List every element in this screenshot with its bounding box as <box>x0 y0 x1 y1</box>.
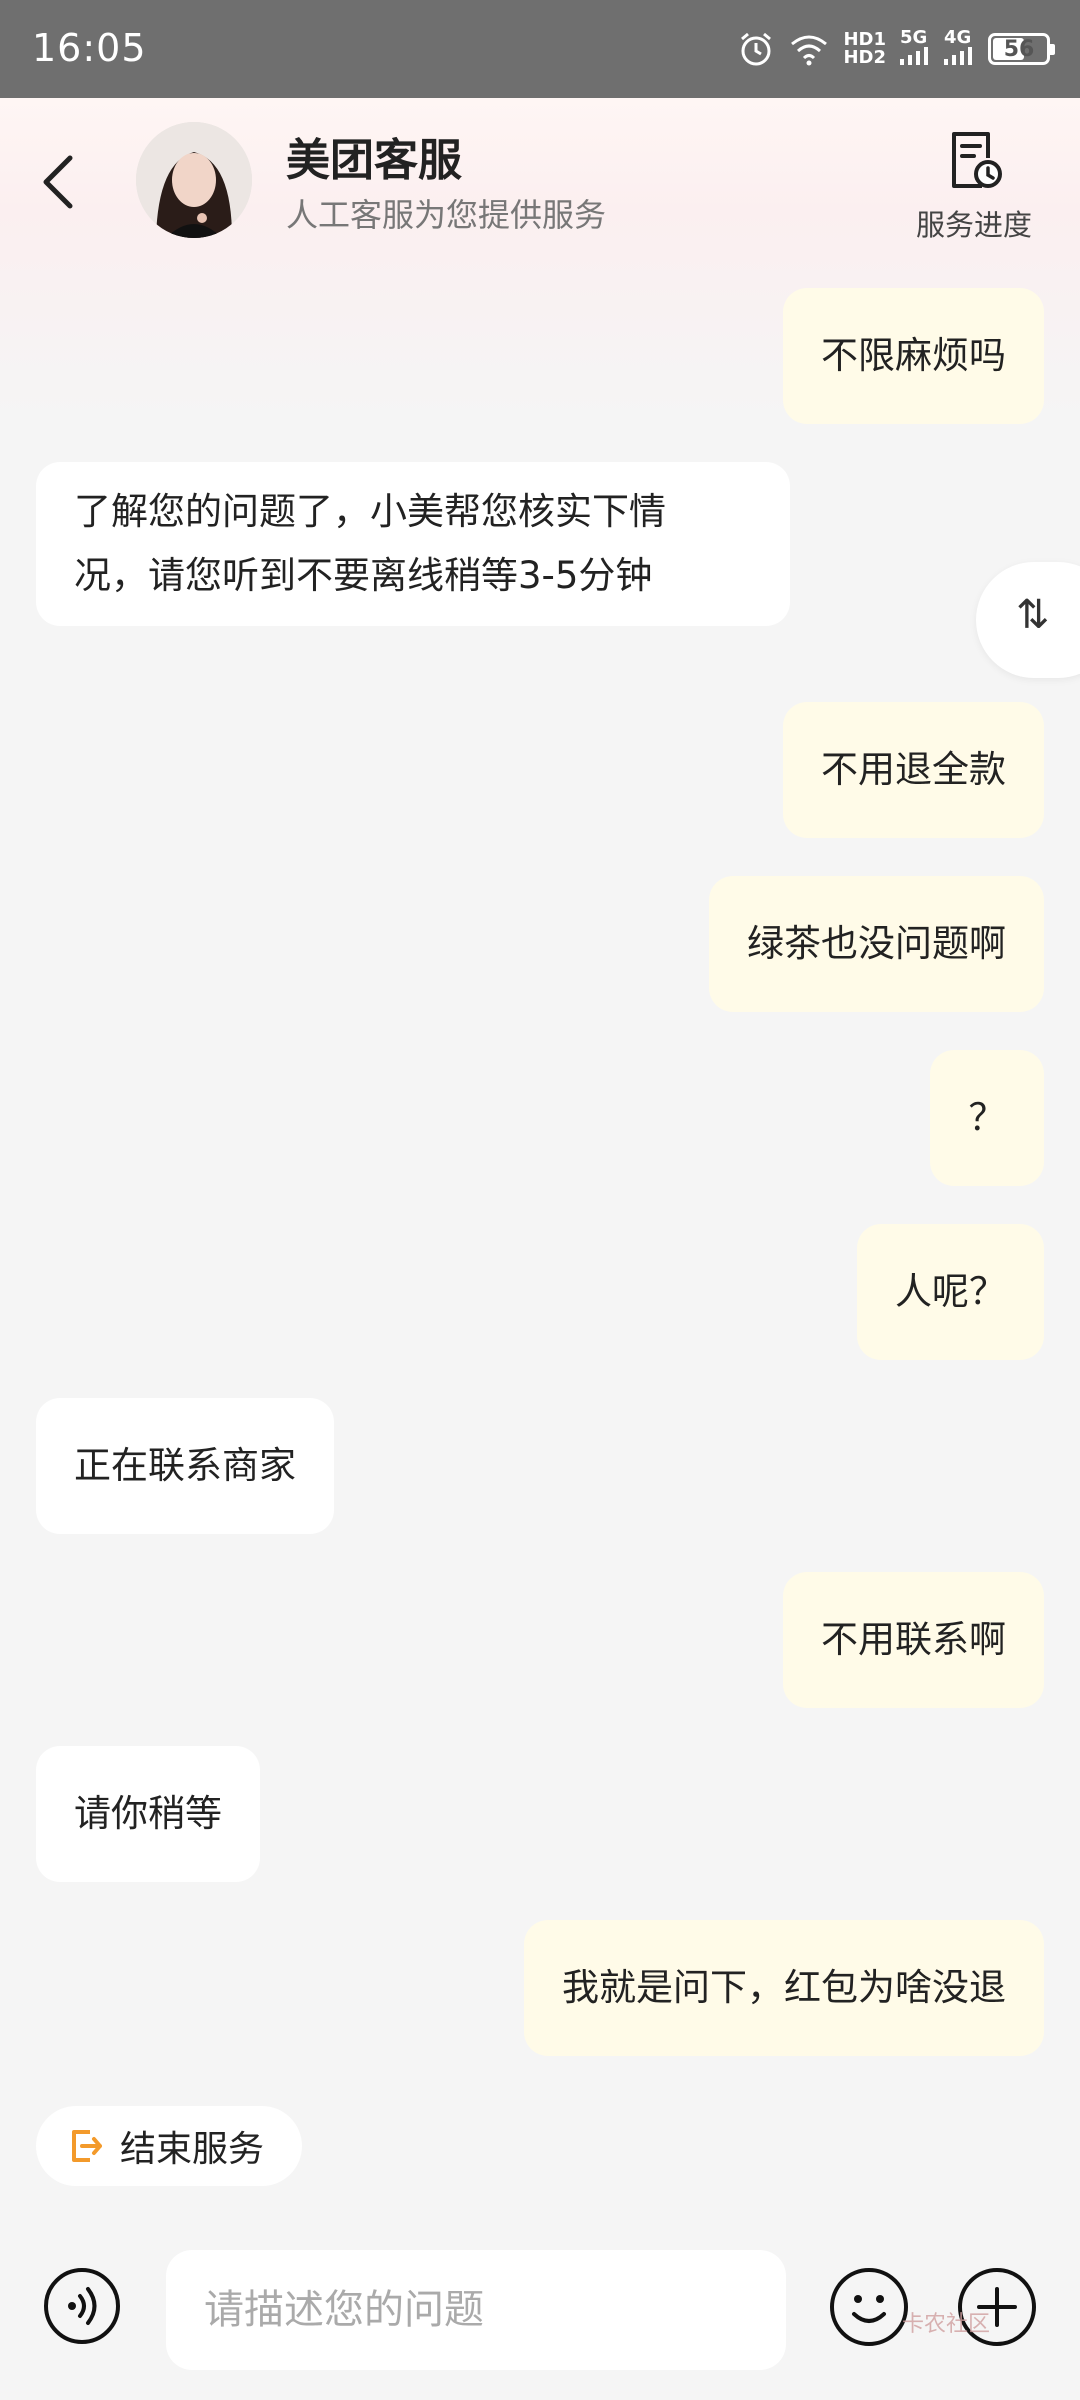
message-bubble-me: 不用联系啊 <box>783 1572 1044 1708</box>
message-bubble-me: 不用退全款 <box>783 702 1044 838</box>
agent-subtitle: 人工客服为您提供服务 <box>286 196 607 234</box>
emoji-button[interactable] <box>830 2268 908 2346</box>
alarm-icon <box>741 32 772 66</box>
message-bubble-agent: 正在联系商家 <box>36 1398 334 1534</box>
exit-icon <box>72 2130 102 2162</box>
agent-avatar[interactable] <box>136 122 252 238</box>
scroll-toggle-button[interactable]: ⇅ <box>976 562 1080 678</box>
status-bar: 16:05 HD1 HD2 5G 4G 56 <box>0 0 1080 98</box>
message-bubble-agent: 请你稍等 <box>36 1746 260 1882</box>
end-service-button[interactable]: 结束服务 <box>36 2106 302 2186</box>
agent-name: 美团客服 <box>286 135 462 186</box>
voice-icon <box>68 2287 97 2325</box>
scroll-arrows-icon: ⇅ <box>1016 592 1050 638</box>
message-bubble-me: ？ <box>930 1050 1044 1186</box>
battery-icon: 56 <box>988 33 1055 65</box>
message-bubble-me: 我就是问下，红包为啥没退 <box>524 1920 1044 2056</box>
message-bubble-me: 绿茶也没问题啊 <box>709 876 1044 1012</box>
signal-bars-icon <box>944 47 972 65</box>
message-bubble-agent: 了解您的问题了，小美帮您核实下情 况，请您听到不要离线稍等3-5分钟 <box>36 462 790 626</box>
wifi-icon <box>791 35 828 66</box>
progress-document-icon <box>952 132 1002 188</box>
message-bubble-me: 不限麻烦吗 <box>783 288 1044 424</box>
status-icons: HD1 HD2 5G 4G 56 <box>737 22 1055 76</box>
message-input[interactable] <box>166 2250 786 2370</box>
hd-indicator: HD1 HD2 <box>843 29 886 68</box>
signal-bars-icon <box>900 47 928 65</box>
service-progress-label: 服务进度 <box>915 208 1032 242</box>
service-progress-button[interactable]: 服务进度 <box>904 128 1044 248</box>
smiley-icon <box>852 2295 886 2323</box>
back-arrow-icon[interactable] <box>36 152 86 212</box>
signal-5g: 5G <box>900 29 930 69</box>
end-service-label: 结束服务 <box>120 2129 265 2170</box>
status-time: 16:05 <box>32 26 147 70</box>
voice-input-button[interactable] <box>44 2268 120 2344</box>
signal-4g: 4G <box>944 29 974 69</box>
message-bubble-me: 人呢？ <box>857 1224 1044 1360</box>
watermark-logo: 卡农社区 <box>902 2312 991 2337</box>
